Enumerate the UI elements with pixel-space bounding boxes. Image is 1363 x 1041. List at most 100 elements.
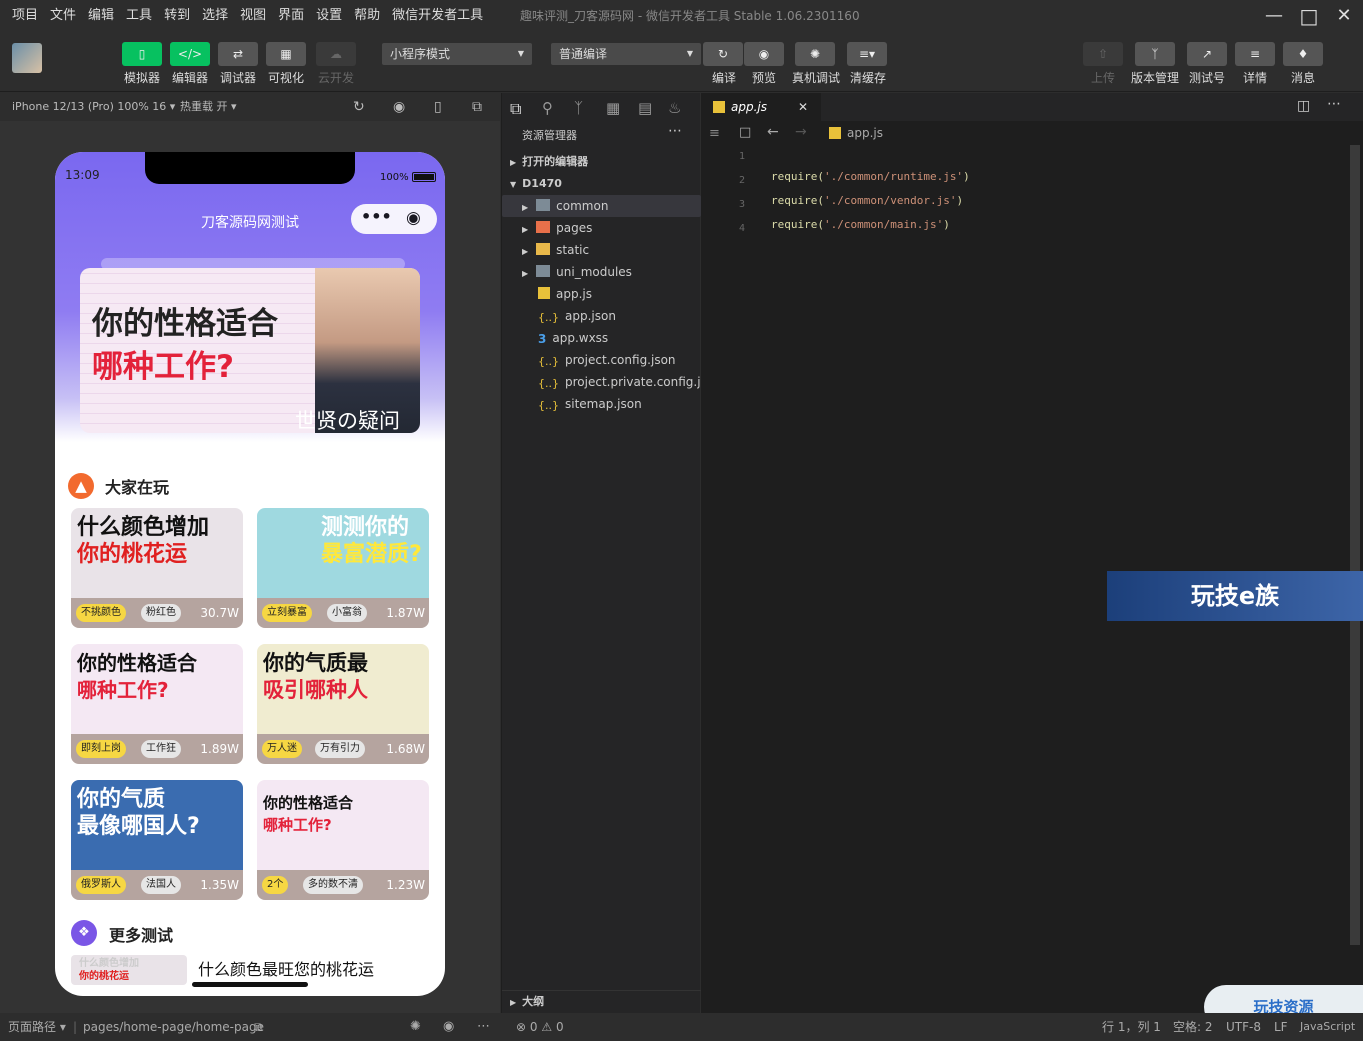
popout-icon[interactable]: ⧉	[472, 93, 482, 121]
open-editors-section[interactable]: ▶ 打开的编辑器	[502, 151, 701, 173]
phone-icon[interactable]: ▯	[122, 42, 162, 66]
banner[interactable]: 你的性格适合 哪种工作? 世贤の疑问	[80, 268, 420, 433]
preview-button[interactable]: 预览	[736, 69, 792, 86]
upload-button[interactable]: 上传	[1075, 69, 1131, 86]
code-line[interactable]: require('./common/main.js')	[771, 213, 950, 237]
layers-icon[interactable]: ≡▾	[847, 42, 887, 66]
menu-file[interactable]: 文件	[44, 0, 82, 32]
test-card[interactable]: 测测你的 暴富潜质? 立刻暴富 小富翁 1.87W	[257, 508, 429, 628]
real-debug-button[interactable]: 真机调试	[787, 69, 845, 86]
tree-item-app-js[interactable]: app.js	[502, 283, 701, 305]
tree-item-uni-modules[interactable]: ▶ uni_modules	[502, 261, 701, 283]
menu-select[interactable]: 选择	[196, 0, 234, 32]
list-icon[interactable]: ≡	[709, 126, 720, 141]
refresh-icon[interactable]: ↻	[703, 42, 743, 66]
tree-item-static[interactable]: ▶ static	[502, 239, 701, 261]
tree-item-project-private-config[interactable]: {..} project.private.config.js...	[502, 371, 701, 393]
menu-project[interactable]: 项目	[0, 0, 44, 32]
menu-lines-icon[interactable]: ≡	[1235, 42, 1275, 66]
eye-icon[interactable]: ◉	[744, 42, 784, 66]
upload-icon[interactable]: ⇧	[1083, 42, 1123, 66]
bug-icon[interactable]: ✺	[410, 1013, 421, 1041]
clear-cache-button[interactable]: 清缓存	[840, 69, 896, 86]
git-icon[interactable]: ᛉ	[574, 99, 583, 117]
code-line[interactable]: require('./common/vendor.js')	[771, 189, 963, 213]
visual-button[interactable]: 可视化	[258, 69, 314, 86]
tree-item-common[interactable]: ▶ common	[502, 195, 701, 217]
menu-edit[interactable]: 编辑	[82, 0, 120, 32]
test-card[interactable]: 你的性格适合 哪种工作? 2个 多的数不清 1.23W	[257, 780, 429, 900]
forward-arrow-icon[interactable]: →	[795, 124, 807, 140]
avatar[interactable]	[12, 43, 42, 73]
capsule-menu[interactable]: ••• ◉	[351, 204, 437, 234]
debug-icon[interactable]: ⇄	[218, 42, 258, 66]
menu-tools[interactable]: 工具	[120, 0, 158, 32]
menu-devtools[interactable]: 微信开发者工具	[386, 0, 489, 32]
cursor-position[interactable]: 行 1，列 1	[1102, 1013, 1161, 1041]
copy-icon[interactable]: ⧉	[254, 1013, 263, 1041]
search-icon[interactable]: ⚲	[542, 99, 553, 117]
more-actions-icon[interactable]: ⋯	[668, 123, 682, 139]
language-mode[interactable]: JavaScript	[1300, 1013, 1355, 1041]
encoding[interactable]: UTF-8	[1226, 1013, 1261, 1041]
storage-icon[interactable]: ▤	[638, 99, 652, 117]
layout-icon[interactable]: ▦	[266, 42, 306, 66]
extensions-icon[interactable]: ▦	[606, 99, 620, 117]
code-icon[interactable]: </>	[170, 42, 210, 66]
problems-indicator[interactable]: ⊗ 0 ⚠ 0	[516, 1013, 564, 1041]
bug-icon[interactable]: ✺	[795, 42, 835, 66]
more-actions-icon[interactable]: ⋯	[1327, 96, 1341, 112]
test-card[interactable]: 什么颜色增加 你的桃花运 不挑颜色 粉红色 30.7W	[71, 508, 243, 628]
rotate-icon[interactable]: ↻	[353, 93, 365, 121]
menu-help[interactable]: 帮助	[348, 0, 386, 32]
project-root[interactable]: ▼ D1470	[502, 173, 701, 195]
stop-icon[interactable]: ◉	[393, 93, 405, 121]
close-mini-icon[interactable]: ◉	[406, 208, 421, 228]
cloud-button[interactable]: 云开发	[308, 69, 364, 86]
mode-select[interactable]: 小程序模式 ▼	[382, 43, 532, 65]
cloud-icon[interactable]: ☁	[316, 42, 356, 66]
end-of-line[interactable]: LF	[1274, 1013, 1288, 1041]
more-icon[interactable]: •••	[361, 207, 392, 226]
minimize-icon[interactable]: —	[1262, 4, 1286, 28]
compile-select[interactable]: 普通编译 ▼	[551, 43, 701, 65]
docker-icon[interactable]: ♨	[668, 99, 681, 117]
external-icon[interactable]: ↗	[1187, 42, 1227, 66]
tree-item-app-json[interactable]: {..} app.json	[502, 305, 701, 327]
menu-settings[interactable]: 设置	[310, 0, 348, 32]
bell-icon[interactable]: ♦	[1283, 42, 1323, 66]
eye-icon[interactable]: ◉	[443, 1013, 454, 1041]
tree-item-pages[interactable]: ▶ pages	[502, 217, 701, 239]
device-select[interactable]: iPhone 12/13 (Pro) 100% 16 ▾	[12, 93, 175, 121]
version-button[interactable]: 版本管理	[1127, 69, 1183, 86]
back-arrow-icon[interactable]: ←	[767, 124, 779, 140]
phone-outline-icon[interactable]: ▯	[434, 93, 442, 121]
files-icon[interactable]: ⧉	[510, 99, 521, 119]
close-icon[interactable]: ✕	[1332, 4, 1356, 28]
page-path-label[interactable]: 页面路径 ▾	[8, 1013, 66, 1041]
scrollbar[interactable]	[1350, 145, 1360, 945]
list-item-title[interactable]: 什么颜色最旺您的桃花运	[198, 956, 374, 980]
code-line[interactable]: require('./common/runtime.js')	[771, 165, 970, 189]
bookmark-icon[interactable]: □	[739, 125, 751, 140]
close-tab-icon[interactable]: ✕	[798, 93, 808, 121]
indentation[interactable]: 空格: 2	[1173, 1013, 1213, 1041]
menu-goto[interactable]: 转到	[158, 0, 196, 32]
menu-interface[interactable]: 界面	[272, 0, 310, 32]
hot-reload-toggle[interactable]: 热重载 开 ▾	[180, 93, 237, 121]
test-card[interactable]: 你的性格适合 哪种工作? 即刻上岗 工作狂 1.89W	[71, 644, 243, 764]
branch-icon[interactable]: ᛉ	[1135, 42, 1175, 66]
test-card[interactable]: 你的气质最 吸引哪种人 万人迷 万有引力 1.68W	[257, 644, 429, 764]
tree-item-sitemap[interactable]: {..} sitemap.json	[502, 393, 701, 415]
tree-item-app-wxss[interactable]: 3 app.wxss	[502, 327, 701, 349]
card-title-line2: 暴富潜质?	[321, 542, 422, 567]
test-card[interactable]: 你的气质 最像哪国人? 俄罗斯人 法国人 1.35W	[71, 780, 243, 900]
menu-view[interactable]: 视图	[234, 0, 272, 32]
outline-section[interactable]: ▶ 大纲	[502, 990, 701, 1012]
more-actions-icon[interactable]: ⋯	[477, 1013, 490, 1041]
split-editor-icon[interactable]: ◫	[1297, 98, 1310, 114]
maximize-icon[interactable]: □	[1297, 4, 1321, 28]
tree-item-project-config[interactable]: {..} project.config.json	[502, 349, 701, 371]
messages-button[interactable]: 消息	[1275, 69, 1331, 86]
tab-app-js[interactable]: app.js ✕	[701, 93, 821, 121]
